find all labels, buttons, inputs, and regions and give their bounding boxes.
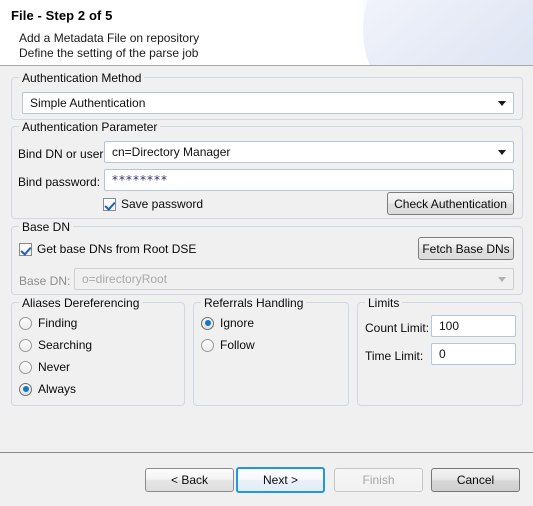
get-base-dns-checkbox[interactable]: Get base DNs from Root DSE (19, 242, 196, 256)
referrals-handling-group-title: Referrals Handling (201, 296, 307, 310)
back-button[interactable]: < Back (145, 468, 234, 492)
aliases-dereferencing-group-title: Aliases Dereferencing (19, 296, 143, 310)
check-icon (19, 242, 32, 256)
bind-password-value: ******** (112, 173, 168, 187)
chevron-down-icon (498, 277, 506, 282)
get-base-dns-label: Get base DNs from Root DSE (37, 242, 197, 256)
count-limit-input[interactable]: 100 (431, 315, 516, 337)
save-password-checkbox[interactable]: Save password (103, 197, 203, 211)
radio-label: Finding (38, 316, 78, 330)
check-icon (103, 197, 116, 211)
time-limit-label: Time Limit: (365, 349, 424, 363)
authentication-parameter-group: Authentication Parameter Bind DN or user… (11, 120, 523, 219)
fetch-base-dns-label: Fetch Base DNs (422, 241, 510, 256)
chevron-down-icon (498, 101, 506, 106)
check-authentication-button[interactable]: Check Authentication (387, 192, 514, 215)
finish-button-label: Finish (362, 473, 395, 487)
check-authentication-label: Check Authentication (394, 196, 507, 211)
radio-label: Always (38, 382, 77, 396)
bind-password-label: Bind password: (18, 175, 101, 189)
radio-label: Never (38, 360, 71, 374)
time-limit-input[interactable]: 0 (431, 343, 516, 365)
wizard-header: File - Step 2 of 5 Add a Metadata File o… (0, 0, 533, 66)
save-password-label: Save password (121, 197, 204, 211)
bind-dn-label: Bind DN or user: (18, 147, 107, 161)
radio-aliases-finding[interactable]: Finding (19, 316, 77, 330)
radio-icon (201, 316, 214, 330)
time-limit-value: 0 (439, 347, 446, 361)
cancel-button-label: Cancel (456, 473, 495, 487)
radio-aliases-always[interactable]: Always (19, 382, 76, 396)
bind-dn-value: cn=Directory Manager (112, 145, 231, 159)
authentication-method-combo[interactable]: Simple Authentication (22, 92, 514, 114)
base-dn-label: Base DN: (19, 274, 71, 288)
radio-referrals-follow[interactable]: Follow (201, 338, 255, 352)
header-subtitle-line1: Add a Metadata File on repository (19, 31, 200, 45)
radio-icon (201, 338, 214, 352)
chevron-down-icon (498, 150, 506, 155)
radio-label: Follow (220, 338, 255, 352)
referrals-handling-group: Referrals Handling Ignore Follow (193, 296, 349, 406)
base-dn-group-title: Base DN (19, 220, 74, 234)
limits-group: Limits Count Limit: 100 Time Limit: 0 (357, 296, 523, 406)
radio-aliases-never[interactable]: Never (19, 360, 70, 374)
cancel-button[interactable]: Cancel (431, 468, 520, 492)
fetch-base-dns-button[interactable]: Fetch Base DNs (418, 237, 514, 260)
page-title: File - Step 2 of 5 (11, 8, 113, 23)
authentication-method-group-title: Authentication Method (19, 71, 145, 85)
back-button-label: < Back (170, 473, 209, 487)
base-dn-value: o=directoryRoot (82, 272, 168, 286)
radio-referrals-ignore[interactable]: Ignore (201, 316, 254, 330)
bind-password-input[interactable]: ******** (104, 169, 514, 191)
header-subtitle-line2: Define the setting of the parse job (19, 46, 199, 60)
authentication-parameter-group-title: Authentication Parameter (19, 120, 161, 134)
header-decoration-inner (363, 0, 533, 65)
count-limit-label: Count Limit: (365, 321, 430, 335)
radio-aliases-searching[interactable]: Searching (19, 338, 92, 352)
count-limit-value: 100 (439, 319, 460, 333)
next-button-label: Next > (262, 473, 298, 487)
bind-dn-combo[interactable]: cn=Directory Manager (104, 141, 514, 163)
footer-button-bar: < Back Next > Finish Cancel (0, 453, 533, 506)
authentication-method-value: Simple Authentication (30, 96, 146, 110)
finish-button: Finish (334, 468, 423, 492)
aliases-dereferencing-group: Aliases Dereferencing Finding Searching … (11, 296, 185, 406)
header-decoration-outer (363, 0, 533, 65)
next-button[interactable]: Next > (236, 467, 325, 493)
base-dn-group: Base DN Get base DNs from Root DSE Fetch… (11, 220, 523, 295)
authentication-method-group: Authentication Method Simple Authenticat… (11, 71, 523, 120)
radio-icon (19, 338, 32, 352)
radio-label: Ignore (220, 316, 255, 330)
radio-icon (19, 316, 32, 330)
radio-icon (19, 360, 32, 374)
radio-label: Searching (38, 338, 93, 352)
base-dn-combo[interactable]: o=directoryRoot (74, 268, 514, 290)
radio-icon (19, 382, 32, 396)
limits-group-title: Limits (365, 296, 403, 310)
